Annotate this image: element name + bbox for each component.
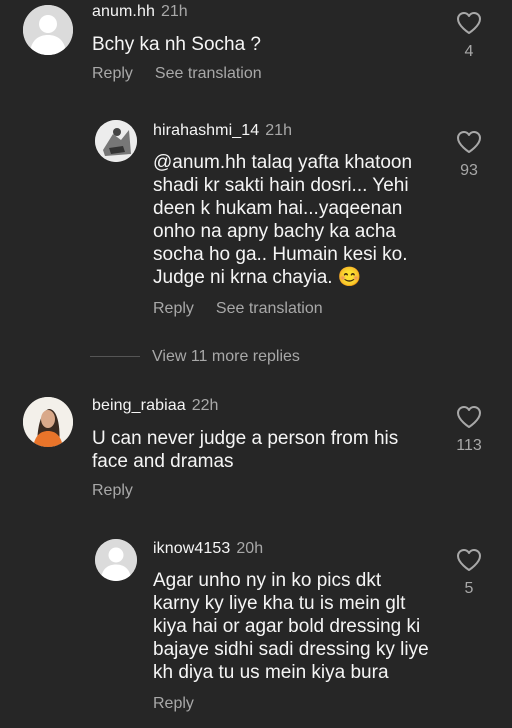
reply-button[interactable]: Reply — [153, 695, 194, 712]
timestamp: 20h — [236, 540, 264, 557]
reply-button[interactable]: Reply — [92, 65, 133, 82]
like-count: 4 — [464, 43, 474, 60]
comment-hirahashmi: hirahashmi_14 21h @anum.hh talaq yafta kh… — [0, 110, 512, 340]
reply-button[interactable]: Reply — [92, 482, 133, 499]
heart-icon — [457, 549, 481, 571]
heart-icon — [457, 131, 481, 153]
reply-button[interactable]: Reply — [153, 300, 194, 317]
heart-icon — [457, 12, 481, 34]
heart-icon — [457, 406, 481, 428]
avatar[interactable] — [23, 397, 73, 447]
comment-text: U can never judge a person from his face… — [92, 428, 399, 472]
like-count: 113 — [456, 437, 482, 454]
default-avatar-icon[interactable] — [23, 5, 73, 55]
see-translation-button[interactable]: See translation — [216, 300, 323, 317]
like-count: 93 — [460, 162, 478, 179]
timestamp: 22h — [191, 397, 219, 414]
avatar[interactable] — [95, 120, 137, 162]
username[interactable]: anum.hh — [92, 3, 155, 20]
default-avatar-icon[interactable] — [95, 539, 137, 581]
like-button[interactable]: 5 — [454, 548, 484, 598]
view-more-replies-button[interactable]: View 11 more replies — [90, 348, 300, 366]
comment-text: @anum.hh talaq yafta khatoon shadi kr sa… — [153, 152, 413, 288]
comment-iknow4153: iknow4153 20h Agar unho ny in ko pics dkt… — [0, 530, 512, 728]
like-button[interactable]: 93 — [454, 130, 484, 180]
like-button[interactable]: 113 — [454, 405, 484, 455]
timestamp: 21h — [265, 122, 292, 139]
see-translation-button[interactable]: See translation — [155, 65, 262, 82]
username[interactable]: hirahashmi_14 — [153, 122, 259, 139]
divider-line — [90, 356, 140, 358]
comment-text: Bchy ka nh Socha ? — [92, 34, 261, 55]
timestamp: 21h — [160, 3, 188, 20]
like-count: 5 — [464, 580, 474, 597]
username[interactable]: being_rabiaa — [92, 397, 186, 414]
comment-text: Agar unho ny in ko pics dkt karny ky liy… — [153, 570, 429, 683]
username[interactable]: iknow4153 — [153, 540, 230, 557]
view-more-label: View 11 more replies — [152, 348, 300, 365]
like-button[interactable]: 4 — [454, 11, 484, 61]
comment-being-rabiaa: being_rabiaa 22h U can never judge a pers… — [0, 390, 512, 510]
comment-anum: anum.hh 21h Bchy ka nh Socha ? Reply See t… — [0, 0, 512, 100]
